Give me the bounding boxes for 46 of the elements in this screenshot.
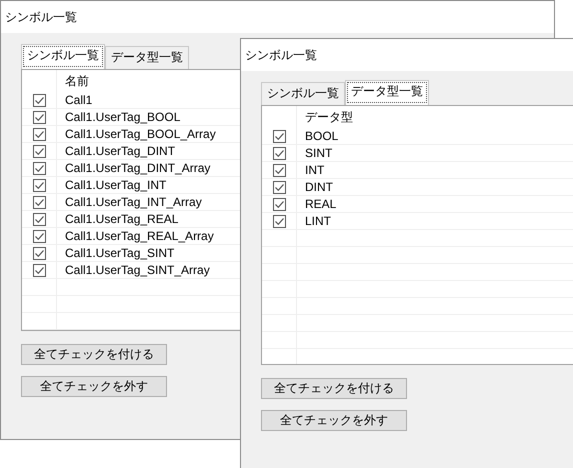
table-cell-text: REAL: [304, 197, 336, 211]
checkbox[interactable]: [32, 128, 46, 140]
table-cell-text: Call1: [64, 93, 92, 107]
checkbox[interactable]: [32, 110, 46, 124]
checkbox[interactable]: [32, 212, 46, 226]
action-button[interactable]: 全てチェックを外す: [261, 410, 407, 431]
table-cell-text: Call1.UserTag_INT_Array: [64, 195, 202, 209]
action-button[interactable]: 全てチェックを外す: [21, 376, 167, 397]
tab[interactable]: シンボル一覧: [21, 44, 105, 69]
table-cell-text: Call1.UserTag_DINT_Array: [64, 161, 210, 175]
checkbox[interactable]: [32, 162, 46, 174]
checkbox[interactable]: [272, 164, 286, 176]
table-cell-text: INT: [304, 163, 324, 177]
table-cell-text: Call1.UserTag_BOOL_Array: [64, 127, 216, 141]
table-cell-text: Call1.UserTag_REAL_Array: [64, 229, 214, 243]
table-cell-text: LINT: [304, 214, 332, 228]
checkbox[interactable]: [32, 230, 46, 242]
table-cell-text: BOOL: [304, 129, 338, 143]
column-header: 名前: [64, 72, 89, 90]
table-cell-text: Call1.UserTag_REAL: [64, 212, 178, 226]
window-title: シンボル一覧: [245, 46, 317, 64]
checkbox[interactable]: [32, 94, 46, 106]
checkbox[interactable]: [32, 246, 46, 260]
tab[interactable]: データ型一覧: [105, 46, 189, 69]
checkbox[interactable]: [272, 180, 286, 194]
window-title: シンボル一覧: [5, 8, 77, 26]
checkbox[interactable]: [32, 264, 46, 276]
checkbox[interactable]: [32, 144, 46, 158]
tab[interactable]: データ型一覧: [345, 80, 429, 105]
table-cell-text: Call1.UserTag_DINT: [64, 144, 176, 158]
table-cell-text: Call1.UserTag_BOOL: [64, 110, 180, 124]
table-cell-text: Call1.UserTag_INT: [64, 178, 166, 192]
checkbox[interactable]: [272, 198, 286, 210]
action-button[interactable]: 全てチェックを付ける: [261, 378, 407, 399]
checkbox[interactable]: [272, 130, 286, 142]
action-button[interactable]: 全てチェックを付ける: [21, 344, 167, 365]
checkbox[interactable]: [32, 178, 46, 192]
table-cell-text: DINT: [304, 180, 333, 194]
tab[interactable]: シンボル一覧: [261, 82, 345, 105]
checkbox[interactable]: [32, 196, 46, 208]
table-cell-text: Call1.UserTag_SINT_Array: [64, 263, 210, 277]
table-cell-text: Call1.UserTag_SINT: [64, 246, 174, 260]
checkbox[interactable]: [272, 146, 286, 160]
column-header: データ型: [304, 108, 353, 126]
checkbox[interactable]: [272, 214, 286, 228]
table-cell-text: SINT: [304, 146, 332, 160]
